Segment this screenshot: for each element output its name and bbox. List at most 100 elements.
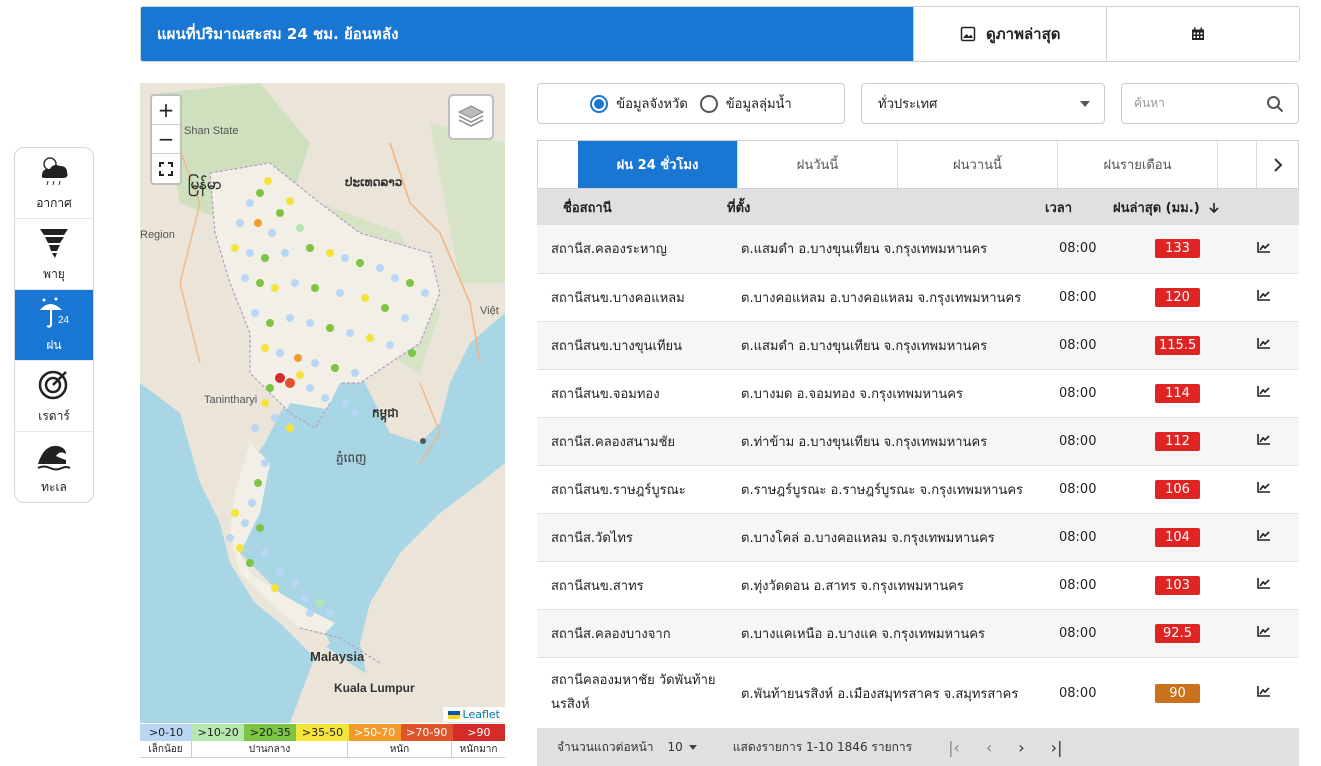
region-select-value: ทั่วประเทศ [878, 97, 938, 112]
station-location: ต.แสมดำ อ.บางขุนเทียน จ.กรุงเทพมหานคร [741, 242, 988, 258]
nav-storm[interactable]: พายุ [15, 219, 93, 290]
search-icon[interactable] [1266, 95, 1284, 113]
station-name[interactable]: สถานีสนข.สาทร [537, 561, 727, 609]
first-page-icon[interactable]: |‹ [948, 738, 960, 757]
map-attribution[interactable]: Leaflet [442, 707, 505, 722]
header-station[interactable]: ชื่อสถานี [537, 189, 727, 225]
header-rain[interactable]: ฝนล่าสุด (มม.) [1113, 189, 1233, 225]
radio-province[interactable] [590, 94, 609, 113]
rain-value-badge: 114 [1155, 383, 1200, 403]
radio-basin[interactable] [699, 94, 718, 113]
fullscreen-button[interactable] [152, 154, 180, 183]
rain-value-badge: 106 [1155, 479, 1200, 499]
calendar-button[interactable] [1106, 7, 1299, 61]
legend-category-light: เล็กน้อย [140, 741, 192, 757]
header-rain-label: ฝนล่าสุด (มม.) [1113, 200, 1200, 216]
table-row[interactable]: สถานีส.คลองสนามชัย ต.ท่าข้าม อ.บางขุนเทีย… [537, 417, 1299, 465]
region-select[interactable]: ทั่วประเทศ [861, 83, 1105, 124]
station-name[interactable]: สถานีสนข.ราษฎร์บูรณะ [537, 465, 727, 513]
tab-rain-24h[interactable]: ฝน 24 ชั่วโมง [578, 141, 738, 188]
legend-range-6: >70-90 [400, 724, 453, 741]
radio-basin-option[interactable]: ข้อมูลลุ่มน้ำ [699, 93, 792, 114]
station-name[interactable]: สถานีสนข.จอมทอง [537, 369, 727, 417]
table-row[interactable]: สถานีคลองมหาชัย วัดพันท้ายนรสิงห์ ต.พันท้… [537, 657, 1299, 729]
radio-province-option[interactable]: ข้อมูลจังหวัด [590, 93, 688, 114]
table-row[interactable]: สถานีสนข.บางขุนเทียน ต.แสมดำ อ.บางขุนเทีย… [537, 321, 1299, 369]
header-time[interactable]: เวลา [1045, 189, 1113, 225]
zoom-control: + − [150, 94, 182, 185]
rain-period-tabs: ฝน 24 ชั่วโมง ฝนวันนี้ ฝนวานนี้ ฝนรายเดื… [537, 140, 1299, 189]
table-pagination: จำนวนแถวต่อหน้า 10 แสดงรายการ 1-10 1846 … [537, 728, 1299, 766]
next-page-icon[interactable]: › [1018, 738, 1024, 757]
station-name[interactable]: สถานีส.คลองสนามชัย [537, 417, 727, 465]
observation-time: 08:00 [1059, 241, 1097, 257]
rain-value-badge: 120 [1155, 287, 1200, 307]
table-row[interactable]: สถานีสนข.ราษฎร์บูรณะ ต.ราษฎร์บูรณะ อ.ราษฎ… [537, 465, 1299, 513]
sort-arrow-down-icon [1209, 203, 1219, 214]
search-input[interactable]: ค้นหา [1121, 83, 1299, 124]
chart-line-icon[interactable] [1257, 385, 1271, 397]
table-row[interactable]: สถานีสนข.สาทร ต.ทุ่งวัดดอน อ.สาทร จ.กรุงเ… [537, 561, 1299, 609]
chart-line-icon[interactable] [1257, 337, 1271, 349]
chart-line-icon[interactable] [1257, 529, 1271, 541]
observation-time: 08:00 [1059, 625, 1097, 641]
tab-rain-yesterday[interactable]: ฝนวานนี้ [898, 141, 1058, 188]
chart-line-icon[interactable] [1257, 577, 1271, 589]
table-row[interactable]: สถานีส.คลองระหาญ ต.แสมดำ อ.บางขุนเทียน จ.… [537, 225, 1299, 273]
chart-line-icon[interactable] [1257, 433, 1271, 445]
table-header-row: ชื่อสถานี ที่ตั้ง เวลา ฝนล่าสุด (มม.) [537, 189, 1299, 225]
observation-time: 08:00 [1059, 481, 1097, 497]
station-name[interactable]: สถานีส.คลองระหาญ [537, 225, 727, 273]
table-row[interactable]: สถานีส.คลองบางจาก ต.บางแคเหนือ อ.บางแค จ.… [537, 609, 1299, 657]
table-row[interactable]: สถานีสนข.จอมทอง ต.บางมด อ.จอมทอง จ.กรุงเท… [537, 369, 1299, 417]
nav-rain[interactable]: 24 ฝน [15, 290, 93, 361]
chart-line-icon[interactable] [1257, 241, 1271, 253]
zoom-in-button[interactable]: + [152, 96, 180, 125]
tab-rain-monthly[interactable]: ฝนรายเดือน [1058, 141, 1218, 188]
rows-per-page-select[interactable]: 10 [668, 740, 697, 754]
nav-rain-label: ฝน [46, 337, 62, 352]
station-name[interactable]: สถานีส.วัดไทร [537, 513, 727, 561]
station-name[interactable]: สถานีสนข.บางคอแหลม [537, 273, 727, 321]
layer-switcher-button[interactable] [448, 94, 494, 140]
rain-value-badge: 112 [1155, 431, 1200, 451]
station-location: ต.บางแคเหนือ อ.บางแค จ.กรุงเทพมหานคร [741, 626, 985, 642]
station-name[interactable]: สถานีสนข.บางขุนเทียน [537, 321, 727, 369]
zoom-out-button[interactable]: − [152, 125, 180, 154]
tabs-next-button[interactable] [1256, 141, 1298, 188]
map-label-myanmar: မြန်မာ [188, 176, 222, 193]
map-label-lao: ປະເທດລາວ [345, 175, 403, 189]
attribution-link: Leaflet [462, 708, 500, 721]
layers-icon [457, 105, 485, 127]
station-location: ต.บางมด อ.จอมทอง จ.กรุงเทพมหานคร [741, 386, 963, 402]
nav-weather-label: อากาศ [36, 195, 72, 210]
chart-line-icon[interactable] [1257, 481, 1271, 493]
rain-value-badge: 104 [1155, 527, 1200, 547]
nav-radar[interactable]: เรดาร์ [15, 361, 93, 432]
ukraine-flag-icon [447, 711, 460, 719]
table-row[interactable]: สถานีสนข.บางคอแหลม ต.บางคอแหลม อ.บางคอแหล… [537, 273, 1299, 321]
station-name[interactable]: สถานีคลองมหาชัย วัดพันท้ายนรสิงห์ [537, 657, 727, 729]
rain-value-badge: 133 [1155, 239, 1200, 259]
latest-image-button[interactable]: ดูภาพล่าสุด [913, 7, 1107, 61]
radar-icon [38, 370, 68, 399]
chart-line-icon[interactable] [1257, 625, 1271, 637]
rain-legend: >0-10 >10-20 >20-35 >35-50 >50-70 >70-90… [140, 724, 505, 758]
tab-rain-today[interactable]: ฝนวันนี้ [738, 141, 898, 188]
header-location[interactable]: ที่ตั้ง [727, 189, 1045, 225]
chart-line-icon[interactable] [1257, 685, 1271, 697]
chart-line-icon[interactable] [1257, 289, 1271, 301]
station-name[interactable]: สถานีส.คลองบางจาก [537, 609, 727, 657]
observation-time: 08:00 [1059, 529, 1097, 545]
nav-sea[interactable]: ทะเล [15, 432, 93, 502]
map-label-region: Region [140, 229, 175, 241]
legend-range-7: >90 [452, 724, 505, 741]
legend-category-very-heavy: หนักมาก [459, 743, 498, 755]
rain-map[interactable]: Shan State ປະເທດລາວ မြန်မာ Region Việt ក… [140, 83, 505, 723]
last-page-icon[interactable]: ›| [1051, 738, 1063, 757]
rain-24-icon: 24 [40, 297, 70, 328]
prev-page-icon[interactable]: ‹ [986, 738, 992, 757]
rain-station-table: ชื่อสถานี ที่ตั้ง เวลา ฝนล่าสุด (มม.) สถ… [537, 189, 1299, 730]
table-row[interactable]: สถานีส.วัดไทร ต.บางโคล่ อ.บางคอแหลม จ.กรุ… [537, 513, 1299, 561]
nav-weather[interactable]: อากาศ [15, 148, 93, 219]
